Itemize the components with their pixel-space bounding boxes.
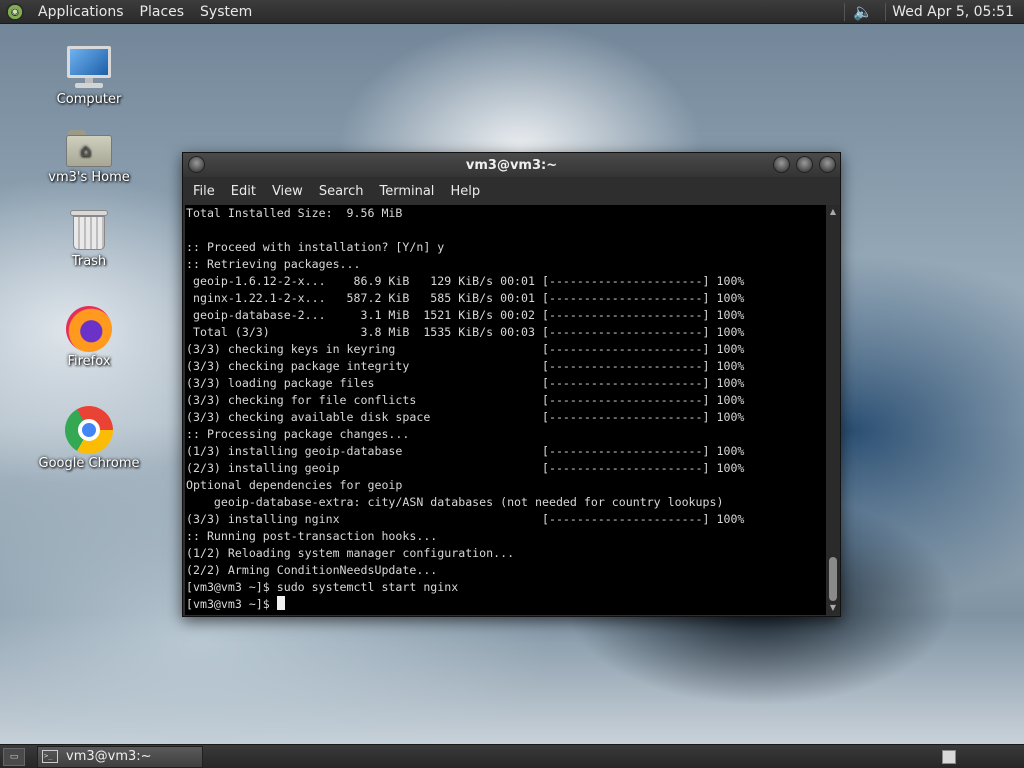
terminal-scrollbar[interactable]: ▲ ▼: [826, 205, 840, 615]
menu-help[interactable]: Help: [442, 184, 488, 199]
system-tray: 🔈 Wed Apr 5, 05:51: [838, 0, 1024, 24]
menu-view[interactable]: View: [264, 184, 311, 199]
terminal-line: Optional dependencies for geoip: [186, 478, 403, 492]
terminal-output[interactable]: Total Installed Size: 9.56 MiB :: Procee…: [185, 205, 826, 615]
terminal-text: Total Installed Size: 9.56 MiB :: Procee…: [185, 205, 826, 596]
terminal-line: (2/2) Arming ConditionNeedsUpdate...: [186, 563, 438, 577]
terminal-icon: >_: [42, 750, 58, 763]
terminal-line: nginx-1.22.1-2-x... 587.2 KiB 585 KiB/s …: [186, 291, 745, 305]
terminal-line: (3/3) checking for file conflicts [-----…: [186, 393, 745, 407]
desktop-icon-trash[interactable]: Trash: [34, 208, 144, 269]
terminal-line: (3/3) checking package integrity [------…: [186, 359, 745, 373]
terminal-line: (2/3) installing geoip [----------------…: [186, 461, 745, 475]
terminal-line: geoip-1.6.12-2-x... 86.9 KiB 129 KiB/s 0…: [186, 274, 745, 288]
terminal-line: (3/3) installing nginx [----------------…: [186, 512, 745, 526]
terminal-prompt-line[interactable]: [vm3@vm3 ~]$: [185, 596, 826, 613]
scroll-down-arrow-icon[interactable]: ▼: [828, 603, 838, 613]
window-titlebar[interactable]: vm3@vm3:~: [183, 153, 840, 177]
terminal-line: :: Running post-transaction hooks...: [186, 529, 438, 543]
speaker-icon[interactable]: 🔈: [853, 2, 873, 21]
terminal-line: (3/3) checking keys in keyring [--------…: [186, 342, 745, 356]
scrollbar-thumb[interactable]: [829, 557, 837, 601]
terminal-line: Total (3/3) 3.8 MiB 1535 KiB/s 00:03 [--…: [186, 325, 745, 339]
distro-logo-icon[interactable]: ◉: [6, 2, 24, 21]
top-panel: ◉ Applications Places System 🔈 Wed Apr 5…: [0, 0, 1024, 24]
workspace-switcher[interactable]: [942, 749, 956, 764]
window-title: vm3@vm3:~: [465, 157, 558, 173]
prompt: [vm3@vm3 ~]$: [186, 597, 277, 611]
clock[interactable]: Wed Apr 5, 05:51: [892, 4, 1024, 20]
menu-search[interactable]: Search: [311, 184, 372, 199]
tray-separator: [885, 2, 887, 21]
taskbar-window-button[interactable]: >_ vm3@vm3:~: [37, 745, 203, 768]
menu-edit[interactable]: Edit: [223, 184, 264, 199]
menu-applications[interactable]: Applications: [30, 4, 132, 20]
desktop-icon-label: Firefox: [67, 354, 111, 369]
terminal-line: (1/3) installing geoip-database [-------…: [186, 444, 745, 458]
minimize-button[interactable]: [773, 156, 790, 173]
computer-icon: [65, 46, 113, 90]
desktop-icon-computer[interactable]: Computer: [34, 46, 144, 107]
firefox-icon: [66, 306, 112, 352]
text-cursor: [276, 596, 285, 610]
trash-icon: [70, 208, 108, 252]
desktop-icon-chrome[interactable]: Google Chrome: [34, 406, 144, 471]
terminal-line: :: Processing package changes...: [186, 427, 410, 441]
close-button[interactable]: [819, 156, 836, 173]
show-desktop-icon[interactable]: ▭: [3, 747, 25, 766]
tray-separator: [844, 2, 846, 21]
chrome-icon: [65, 406, 113, 454]
menu-file[interactable]: File: [185, 184, 223, 199]
desktop-icon-label: vm3's Home: [48, 170, 130, 185]
terminal-menubar: File Edit View Search Terminal Help: [183, 177, 840, 205]
desktop-icon-label: Google Chrome: [38, 456, 140, 471]
terminal-line: :: Retrieving packages...: [186, 257, 361, 271]
terminal-line: :: Proceed with installation? [Y/n] y: [186, 240, 445, 254]
terminal-line: (3/3) checking available disk space [---…: [186, 410, 745, 424]
bottom-panel: ▭ >_ vm3@vm3:~: [0, 744, 1024, 768]
terminal-line: geoip-database-2... 3.1 MiB 1521 KiB/s 0…: [186, 308, 745, 322]
terminal-line: [vm3@vm3 ~]$ sudo systemctl start nginx: [186, 580, 459, 594]
window-menu-button[interactable]: [188, 156, 205, 173]
terminal-line: (1/2) Reloading system manager configura…: [186, 546, 515, 560]
home-folder-icon: ⌂: [66, 128, 112, 168]
terminal-line: geoip-database-extra: city/ASN databases…: [186, 495, 724, 509]
taskbar-window-label: vm3@vm3:~: [66, 749, 152, 764]
desktop-icon-label: Trash: [71, 254, 107, 269]
menu-places[interactable]: Places: [132, 4, 193, 20]
terminal-line: (3/3) loading package files [-----------…: [186, 376, 745, 390]
desktop-icon-label: Computer: [56, 92, 122, 107]
menu-system[interactable]: System: [192, 4, 260, 20]
scroll-up-arrow-icon[interactable]: ▲: [828, 207, 838, 217]
desktop-icon-firefox[interactable]: Firefox: [34, 306, 144, 369]
terminal-line: Total Installed Size: 9.56 MiB: [186, 206, 403, 220]
menu-terminal[interactable]: Terminal: [371, 184, 442, 199]
maximize-button[interactable]: [796, 156, 813, 173]
desktop-icon-home[interactable]: ⌂ vm3's Home: [34, 128, 144, 185]
terminal-window[interactable]: vm3@vm3:~ File Edit View Search Terminal…: [182, 152, 841, 617]
